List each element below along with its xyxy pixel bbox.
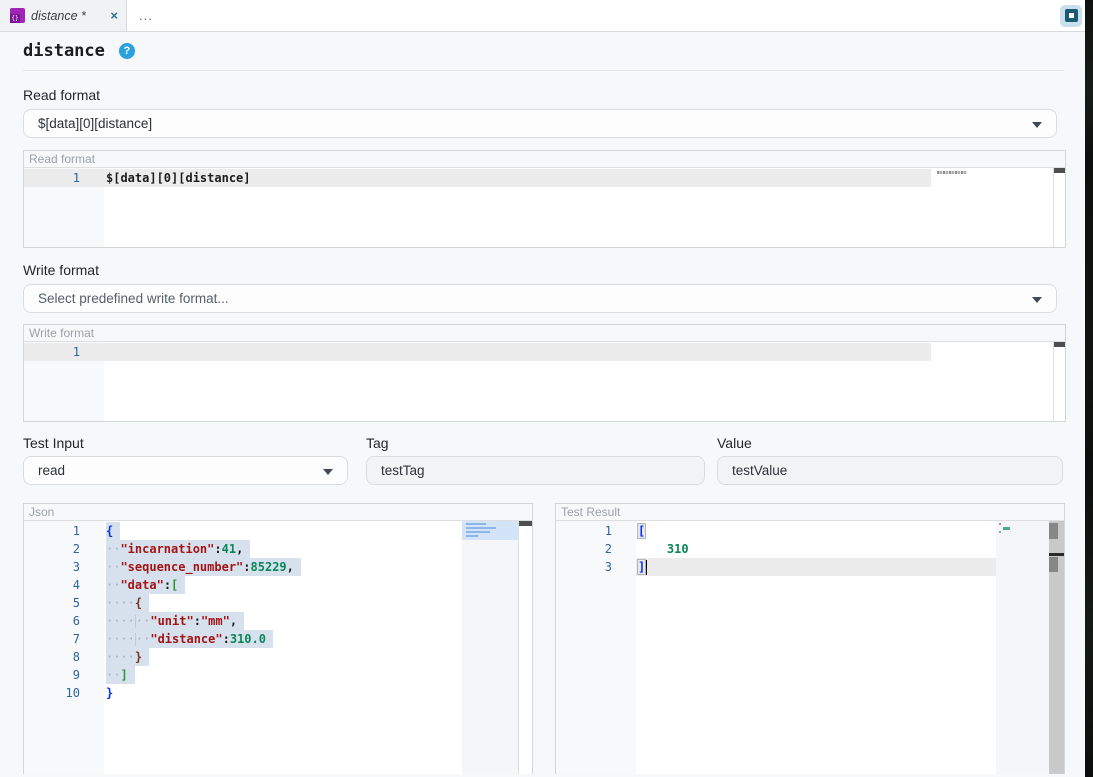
read-format-label: Read format [23,87,1085,103]
minimap-content [937,171,967,174]
page-title: distance [23,41,105,61]
chevron-down-icon [1032,122,1042,128]
read-format-select[interactable]: $[data][0][distance] [23,109,1057,138]
write-format-select[interactable]: Select predefined write format... [23,284,1057,313]
read-format-editor-title: Read format [24,151,1065,168]
value-input[interactable]: testValue [717,456,1063,485]
json-editor-code[interactable]: {··"incarnation":41,··"sequence_number":… [104,521,462,774]
write-format-select-placeholder: Select predefined write format... [38,291,229,306]
close-icon[interactable]: × [110,9,118,22]
read-format-editor[interactable]: Read format 1 $[data][0][distance] [23,150,1066,248]
read-format-editor-code[interactable]: $[data][0][distance] [104,168,931,247]
scrollbar-thumb[interactable] [1054,168,1065,173]
stop-square-icon-inner [1065,9,1078,22]
test-input-select-value: read [38,463,65,478]
scrollbar-thumb[interactable] [1049,557,1058,572]
json-editor-title: Json [24,504,532,521]
test-result-editor-code[interactable]: [ 310] [636,521,996,774]
tag-input[interactable]: testTag [366,456,705,485]
write-format-editor-code[interactable] [104,342,931,421]
test-result-editor-gutter: 123 [556,521,636,774]
stop-square-icon[interactable] [1060,5,1082,27]
tab-distance[interactable]: distance * × [0,0,127,31]
value-input-value: testValue [732,463,787,478]
tab-bar: distance * × ... [0,0,1085,32]
write-format-editor[interactable]: Write format 1 [23,324,1066,422]
chevron-down-icon [1032,297,1042,303]
test-result-editor[interactable]: Test Result 123 [ 310] [555,503,1065,774]
test-input-label: Test Input [23,435,348,451]
json-editor-minimap[interactable] [462,521,518,774]
test-input-select[interactable]: read [23,456,348,485]
minimap-mark [999,531,1001,533]
page-header: distance ? [0,32,1085,70]
tab-label: distance * [31,9,86,23]
read-format-editor-minimap[interactable] [931,168,1053,247]
json-editor-scrollbar[interactable] [518,521,532,774]
overview-ruler-cursor-mark [1049,553,1064,556]
question-circle-icon[interactable]: ? [119,43,135,59]
read-format-select-value: $[data][0][distance] [38,116,152,131]
test-result-editor-minimap[interactable] [996,521,1049,774]
braces-badge-icon [10,8,25,23]
write-format-editor-title: Write format [24,325,1065,342]
tag-input-value: testTag [381,463,425,478]
minimap-mark [1003,527,1010,530]
json-editor[interactable]: Json 12345678910 {··"incarnation":41,··"… [23,503,533,774]
scrollbar-thumb[interactable] [1049,523,1058,539]
read-format-editor-gutter: 1 [24,168,104,247]
test-result-editor-title: Test Result [556,504,1064,521]
tab-more-label: ... [139,8,153,23]
tabbar-spacer [165,0,1060,31]
json-editor-gutter: 12345678910 [24,521,104,774]
minimap-mark [999,523,1001,525]
chevron-down-icon [323,469,333,475]
app-window: distance * × ... distance ? Read format … [0,0,1085,777]
value-label: Value [717,435,1063,451]
read-format-editor-scrollbar[interactable] [1053,168,1065,247]
scrollbar-thumb[interactable] [519,521,532,526]
stop-square-icon-core [1069,13,1074,18]
tag-label: Tag [366,435,705,451]
right-edge-dark-panel [1085,0,1093,777]
write-format-label: Write format [23,262,1085,278]
write-format-editor-scrollbar[interactable] [1053,342,1065,421]
title-divider [23,70,1064,71]
write-format-editor-gutter: 1 [24,342,104,421]
minimap-selection [462,521,518,540]
write-format-editor-minimap[interactable] [931,342,1053,421]
tab-more[interactable]: ... [127,0,165,31]
test-result-editor-scrollbar[interactable] [1049,521,1064,774]
scrollbar-thumb[interactable] [1054,342,1065,347]
